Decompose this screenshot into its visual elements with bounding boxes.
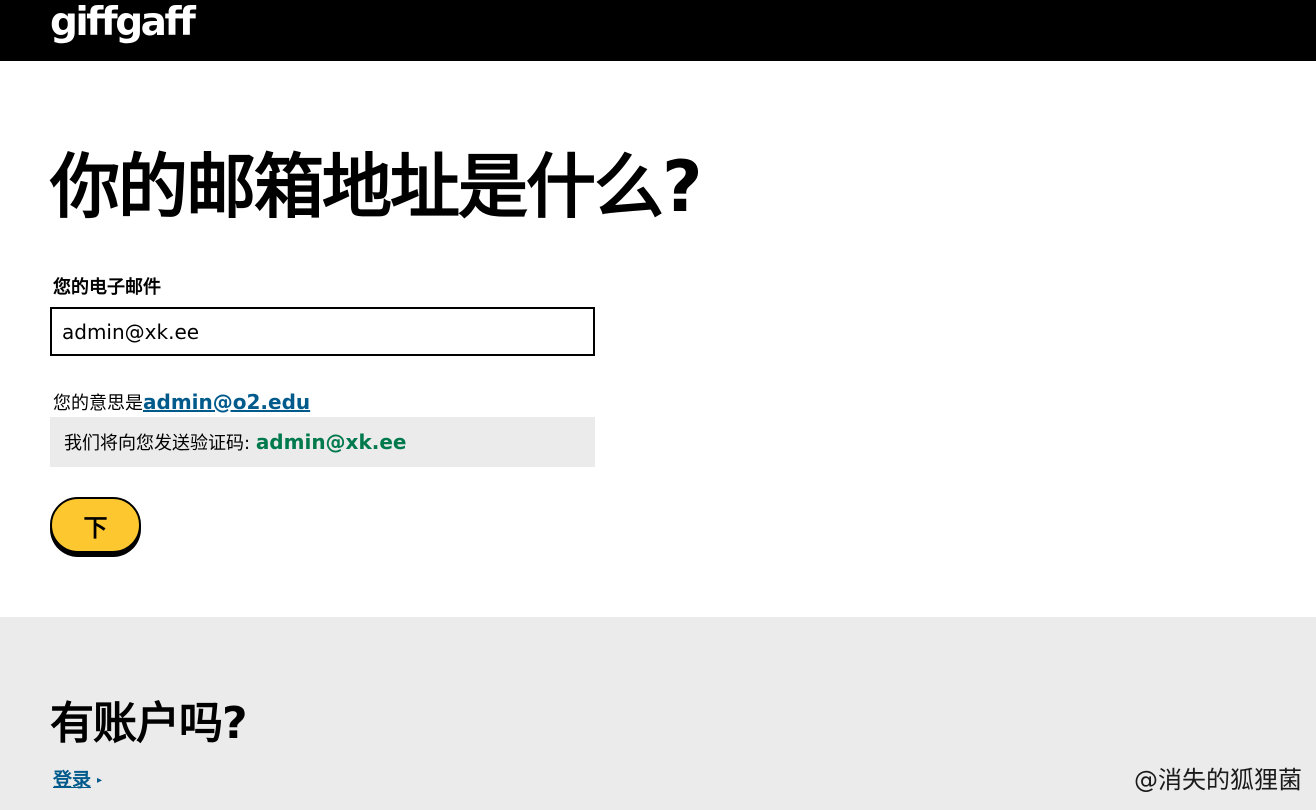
email-field-label: 您的电子邮件 bbox=[53, 277, 161, 298]
have-account-title: 有账户吗? bbox=[50, 698, 248, 749]
notice-prefix: 我们将向您发送验证码: bbox=[64, 433, 251, 454]
page-title: 你的邮箱地址是什么? bbox=[50, 146, 703, 228]
verification-notice: 我们将向您发送验证码: admin@xk.ee bbox=[50, 417, 595, 467]
site-header: giffgaff bbox=[0, 0, 1316, 61]
notice-text: 我们将向您发送验证码: admin@xk.ee bbox=[64, 429, 407, 457]
suggested-email-link[interactable]: admin@o2.edu bbox=[143, 390, 310, 414]
email-input[interactable] bbox=[50, 307, 595, 356]
watermark-text: @消失的狐狸菌 bbox=[1134, 766, 1302, 794]
next-button[interactable]: 下 bbox=[50, 497, 141, 553]
account-section: 有账户吗? 登录 ▸ @消失的狐狸菌 bbox=[0, 617, 1316, 810]
email-suggestion: 您的意思是admin@o2.edu bbox=[53, 389, 310, 417]
login-link[interactable]: 登录 ▸ bbox=[53, 767, 102, 794]
login-label: 登录 bbox=[53, 769, 92, 791]
giffgaff-logo[interactable]: giffgaff bbox=[50, 0, 196, 48]
suggestion-prefix: 您的意思是 bbox=[53, 393, 143, 414]
arrow-right-icon: ▸ bbox=[97, 774, 103, 786]
notice-email: admin@xk.ee bbox=[255, 430, 407, 454]
email-form-section: 你的邮箱地址是什么? 您的电子邮件 您的意思是admin@o2.edu 我们将向… bbox=[0, 61, 1316, 617]
